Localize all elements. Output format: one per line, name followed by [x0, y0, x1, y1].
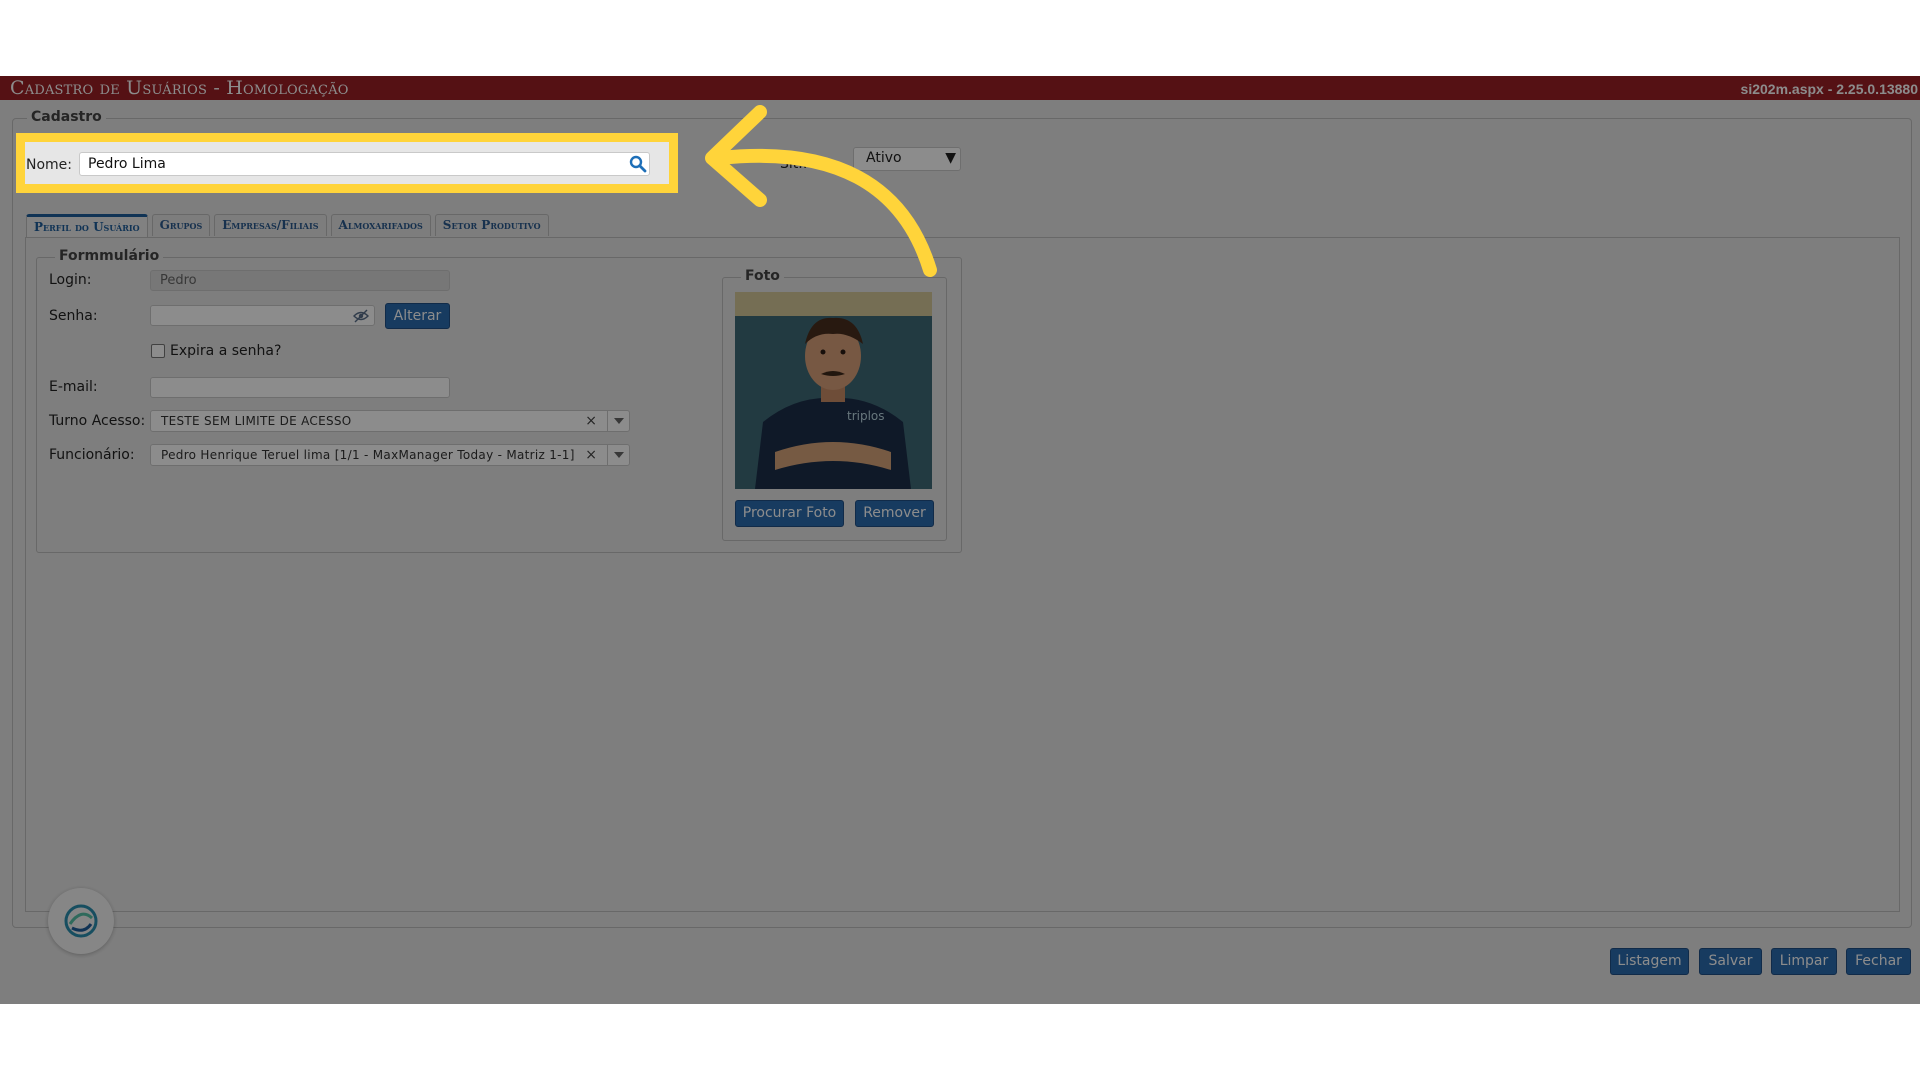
login-field[interactable]: Pedro	[150, 270, 450, 291]
limpar-button[interactable]: Limpar	[1771, 948, 1837, 975]
email-label: E-mail:	[49, 379, 98, 395]
funcionario-select[interactable]: Pedro Henrique Teruel lima [1/1 - MaxMan…	[150, 444, 630, 466]
senha-label: Senha:	[49, 308, 98, 324]
eye-slash-icon[interactable]	[353, 309, 369, 323]
turno-label: Turno Acesso:	[49, 413, 146, 429]
login-label: Login:	[49, 272, 92, 288]
funcionario-value: Pedro Henrique Teruel lima [1/1 - MaxMan…	[161, 448, 575, 462]
assistant-button[interactable]	[48, 888, 114, 954]
status-select[interactable]: Ativo ▼	[853, 147, 961, 171]
svg-text:triplos: triplos	[847, 409, 885, 423]
nome-label: Nome:	[26, 157, 73, 173]
tab-grupos[interactable]: Grupos	[151, 214, 211, 236]
tab-almoxarifados[interactable]: Almoxarifados	[330, 214, 431, 236]
remover-foto-button[interactable]: Remover	[855, 500, 934, 527]
expira-label: Expira a senha?	[170, 343, 282, 359]
tab-perfil-usuario[interactable]: Perfil do Usuário	[26, 214, 148, 238]
listagem-button[interactable]: Listagem	[1610, 948, 1689, 975]
procurar-foto-button[interactable]: Procurar Foto	[735, 500, 844, 527]
cadastro-legend: Cadastro	[27, 109, 106, 125]
turno-value: TESTE SEM LIMITE DE ACESSO	[161, 414, 352, 428]
status-value: Ativo	[866, 150, 902, 166]
app-version: si202m.aspx - 2.25.0.13880	[1740, 81, 1918, 97]
nome-highlight-region: Nome: Pedro Lima	[16, 133, 678, 193]
fechar-button[interactable]: Fechar	[1846, 948, 1911, 975]
foto-legend: Foto	[741, 268, 784, 284]
title-bar: Cadastro de Usuários - Homologação si202…	[0, 76, 1920, 100]
tab-bar: Perfil do Usuário Grupos Empresas/Filiai…	[26, 214, 553, 238]
close-icon[interactable]: ×	[585, 447, 597, 463]
assistant-logo-icon	[64, 904, 98, 938]
nome-input[interactable]: Pedro Lima	[79, 152, 650, 176]
turno-acesso-select[interactable]: TESTE SEM LIMITE DE ACESSO ×	[150, 410, 630, 432]
formulario-legend: Formmulário	[55, 248, 164, 264]
senha-field[interactable]	[150, 305, 375, 326]
tab-empresas-filiais[interactable]: Empresas/Filiais	[214, 214, 327, 236]
app-window: Cadastro de Usuários - Homologação si202…	[0, 76, 1920, 1004]
chevron-down-icon[interactable]	[607, 411, 629, 431]
chevron-down-icon: ▼	[945, 150, 956, 166]
email-field[interactable]	[150, 377, 450, 398]
app-title: Cadastro de Usuários - Homologação	[10, 77, 349, 99]
expira-checkbox[interactable]	[151, 344, 165, 358]
search-icon[interactable]	[628, 154, 648, 174]
status-label: Sit.:	[780, 156, 808, 172]
close-icon[interactable]: ×	[585, 413, 597, 429]
alterar-button[interactable]: Alterar	[385, 303, 450, 329]
funcionario-label: Funcionário:	[49, 447, 135, 463]
chevron-down-icon[interactable]	[607, 445, 629, 465]
tab-setor-produtivo[interactable]: Setor Produtivo	[434, 214, 549, 236]
user-photo: triplos	[735, 292, 932, 489]
salvar-button[interactable]: Salvar	[1699, 948, 1762, 975]
